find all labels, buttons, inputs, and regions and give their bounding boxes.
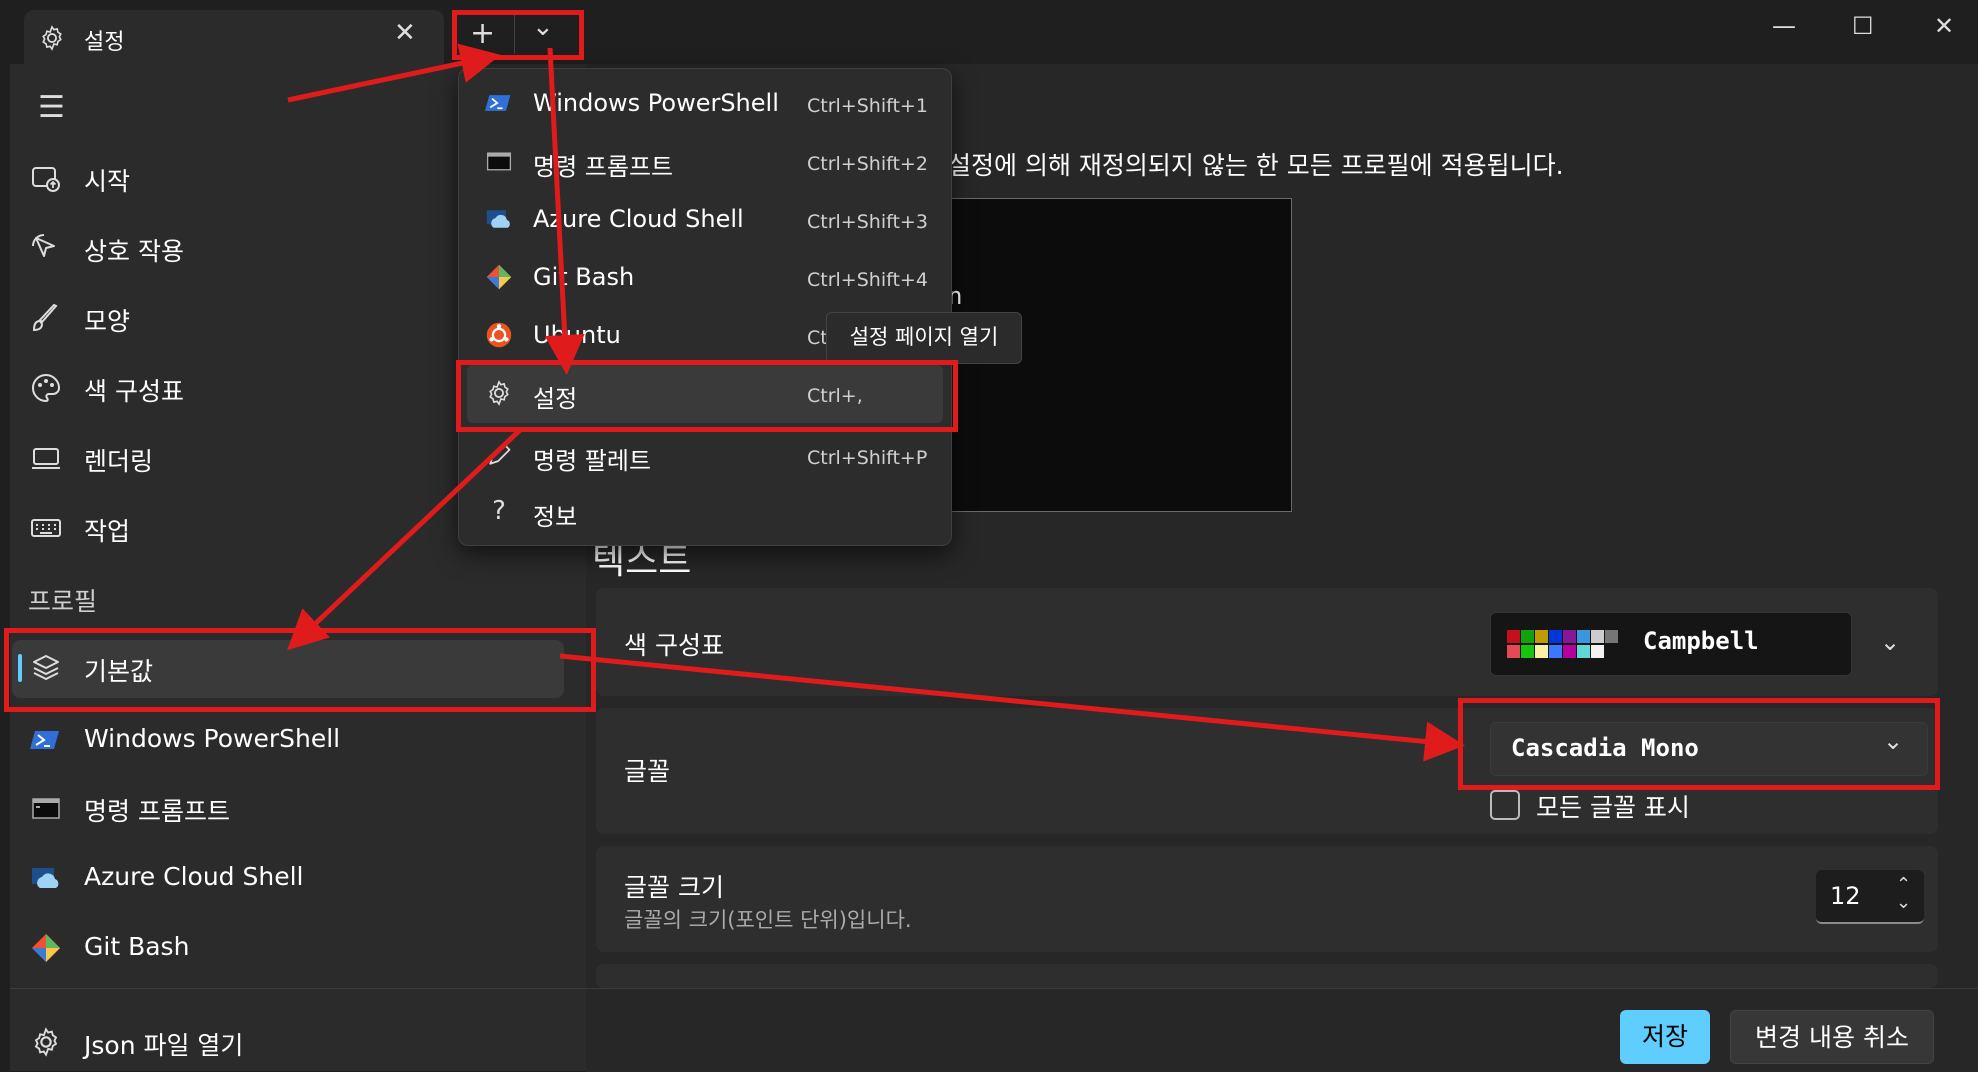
arrow-to-defaults <box>287 428 522 651</box>
arrow-to-font <box>559 653 1465 762</box>
arrow-to-settings <box>544 47 585 375</box>
arrow-to-new-tab <box>287 43 501 103</box>
annotation-arrows <box>287 43 1465 762</box>
